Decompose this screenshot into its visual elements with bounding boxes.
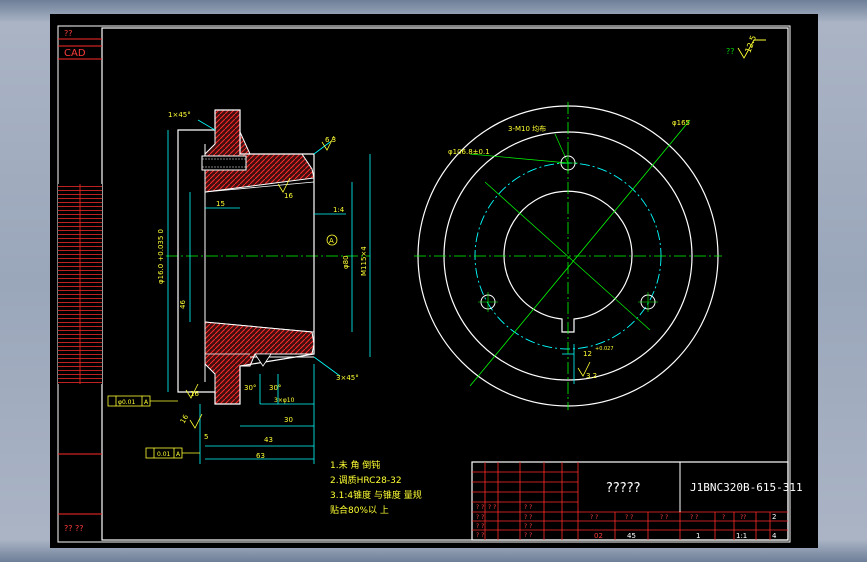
tb-code: 02 [594, 532, 603, 540]
technical-notes: 1.未 角 倒钝 2.调质HRC28-32 3.1:4锥度 与锥度 量规 贴合8… [330, 459, 422, 516]
front-view: φ106.8±0.1 3-M10 均布 φ165 12 +0.027 3.2 [414, 102, 722, 410]
dim-46-label: 46 [179, 300, 187, 309]
chamfer-top-label: 1×45° [168, 111, 191, 119]
dim-16-b-label: 16 [190, 390, 199, 398]
tb-label-15: ? ? [524, 532, 532, 539]
holes-label: 3×φ10 [274, 397, 295, 404]
tb-sheets-total: 2 [772, 513, 776, 521]
engineering-drawing: ?? CAD ?? ?? ?? 12.5 A 1×45° 6.3 φ16.0 +… [57, 25, 803, 543]
tb-label-2: ? ? [488, 504, 496, 511]
sidebar-bottom-label: ?? ?? [64, 524, 84, 533]
key-tolerance-label: +0.027 [595, 346, 614, 352]
tolerance-2-datum: A [176, 451, 181, 458]
tb-label-6: ? ? [590, 514, 598, 521]
key-depth-label: 3.2 [586, 372, 597, 380]
diameter-leader [469, 119, 691, 387]
thread-m115-label: M115×4 [360, 246, 368, 276]
bolt-hole-right [638, 292, 658, 312]
left-sidebar: ?? CAD ?? ?? [58, 29, 102, 533]
drawing-number: J1BNC320B-615-311 [690, 481, 803, 494]
bore-diameter-label: φ16.0 +0.035 0 [157, 229, 165, 284]
dim-5-label: 5 [204, 433, 208, 441]
tb-label-7: ? ? [625, 514, 633, 521]
bolt-hole-top [558, 153, 578, 173]
dim-63-label: 63 [256, 452, 265, 460]
tb-label-10: ? [722, 514, 725, 521]
tolerance-1-datum: A [144, 399, 149, 406]
tb-label-8: ? ? [660, 514, 668, 521]
note-3: 3.1:4锥度 与锥度 量规 [330, 489, 422, 501]
outer-diameter-label: φ165 [672, 119, 690, 127]
tb-label-14: ? ? [476, 532, 484, 539]
roughness-symbol: ?? 12.5 [726, 34, 766, 59]
tolerance-frame-1: φ0.01 A [107, 395, 178, 407]
tb-label-3: ? ? [524, 504, 532, 511]
tb-label-9: ? ? [690, 514, 698, 521]
surface-top-label: 6.3 [325, 136, 336, 144]
diameter-80-label: φ80 [342, 255, 350, 269]
tb-label-1: ? ? [476, 504, 484, 511]
dim-30-label: 30 [284, 416, 293, 424]
note-2: 2.调质HRC28-32 [330, 474, 402, 486]
datum-a-label: A [329, 237, 334, 245]
tb-sheet: 4 [772, 532, 777, 540]
dim-16-a-label: 16 [284, 192, 293, 200]
tolerance-1-value: φ0.01 [118, 399, 136, 406]
note-1: 1.未 角 倒钝 [330, 459, 380, 471]
tb-scale: 1:1 [736, 532, 747, 540]
tb-label-11: ?? [740, 514, 746, 521]
tb-label-4: ? ? [476, 514, 484, 521]
taper-label: 1:4 [333, 206, 345, 214]
pcd-label: φ106.8±0.1 [448, 148, 490, 156]
title-block: ????? J1BNC320B-615-311 ? ? ? ? ? ? ? ? … [471, 461, 803, 541]
roughness-value: 12.5 [744, 34, 759, 54]
tb-label-5: ? ? [524, 514, 532, 521]
bolt-hole-left [478, 292, 498, 312]
tb-label-12: ? ? [476, 523, 484, 530]
tb-label-13: ? ? [524, 523, 532, 530]
section-view: A 1×45° 6.3 φ16.0 +0.035 0 46 φ80 M115×4… [107, 109, 371, 464]
cad-viewport[interactable]: ?? CAD ?? ?? ?? 12.5 A 1×45° 6.3 φ16.0 +… [0, 0, 867, 562]
front-holes-label: 3-M10 均布 [508, 124, 546, 133]
angle-right-label: 30° [269, 384, 281, 392]
tb-material: 45 [627, 532, 636, 540]
drawing-canvas[interactable]: ?? CAD ?? ?? ?? 12.5 A 1×45° 6.3 φ16.0 +… [50, 14, 818, 548]
roughness-prefix: ?? [726, 47, 735, 56]
dim-16-c-label: 16 [179, 413, 191, 425]
tolerance-2-value: 0.01 [157, 451, 171, 458]
chamfer-bottom-label: 3×45° [336, 374, 359, 382]
sidebar-top-label: ?? [64, 29, 73, 38]
dim-43-label: 43 [264, 436, 273, 444]
cad-logo: CAD [64, 48, 86, 59]
dim-15-label: 15 [216, 200, 225, 208]
tolerance-frame-2: 0.01 A [145, 447, 200, 459]
hatch-upper [204, 109, 315, 193]
part-name: ????? [606, 481, 641, 496]
tb-quantity: 1 [696, 532, 700, 540]
angle-left-label: 30° [244, 384, 256, 392]
note-4: 贴合80%以 上 [330, 504, 389, 516]
key-width-label: 12 [583, 350, 592, 358]
